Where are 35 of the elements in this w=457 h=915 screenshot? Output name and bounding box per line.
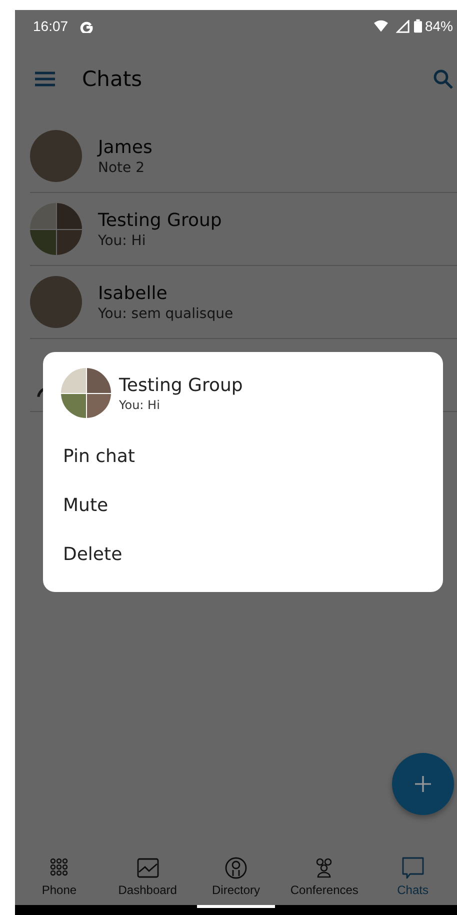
nav-tab[interactable]: Dashboard (103, 850, 192, 905)
chat-row[interactable]: Testing Group You: Hi (30, 193, 457, 266)
nav-tab[interactable]: Chats (368, 850, 457, 905)
status-time: 16:07 (33, 18, 68, 34)
battery-icon (414, 19, 422, 33)
g-logo-icon (80, 20, 94, 32)
plus-icon (413, 774, 433, 794)
screen-title: Chats (82, 67, 142, 91)
chat-name: James (98, 136, 152, 158)
chat-preview: You: sem qualisque (98, 306, 234, 322)
nav-tab[interactable]: Directory (192, 850, 280, 905)
avatar-photo-placeholder (30, 276, 82, 328)
chat-name: Isabelle (98, 282, 168, 304)
chat-bubble-icon (400, 856, 425, 880)
chat-preview: You: Hi (98, 232, 147, 248)
chat-row[interactable]: Isabelle You: sem qualisque (30, 266, 457, 339)
dialog-title: Testing Group (119, 374, 243, 396)
person-circle-icon (224, 856, 248, 880)
menu-item[interactable]: Delete (63, 530, 122, 579)
menu-item[interactable]: Mute (63, 481, 108, 530)
search-icon[interactable] (433, 69, 453, 89)
nav-tab[interactable]: Phone (15, 850, 104, 905)
dialog-subtitle: You: Hi (119, 398, 161, 412)
nav-tab[interactable]: Conferences (280, 850, 369, 905)
battery-percent: 84% (424, 18, 453, 34)
chat-name: Testing Group (98, 210, 222, 230)
wifi-icon (374, 20, 388, 32)
chat-preview: Note 2 (98, 160, 146, 176)
avatar-photo-placeholder (30, 130, 82, 182)
chart-icon (136, 856, 160, 880)
add-button[interactable] (392, 753, 454, 815)
chat-row[interactable]: James Note 2 (30, 120, 457, 193)
menu-item[interactable]: Pin chat (63, 432, 135, 481)
menu-icon[interactable] (35, 71, 55, 87)
signal-icon (396, 20, 410, 32)
